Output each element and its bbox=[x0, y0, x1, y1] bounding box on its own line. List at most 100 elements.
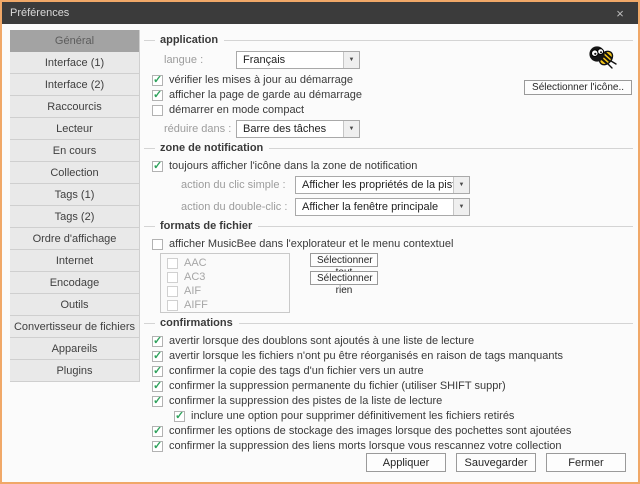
format-buttons: Sélectionner tout Sélectionner rien bbox=[310, 253, 378, 285]
checkbox[interactable] bbox=[167, 258, 178, 269]
checkbox-row[interactable]: avertir lorsque les fichiers n'ont pu êt… bbox=[152, 349, 633, 363]
chevron-down-icon: ▼ bbox=[453, 199, 469, 215]
minimize-to-row: réduire dans : Barre des tâches ▼ bbox=[164, 120, 633, 138]
sidebar-item-encodage[interactable]: Encodage bbox=[10, 272, 139, 294]
content-panel: application bbox=[140, 30, 633, 450]
sidebar-item-raccourcis[interactable]: Raccourcis bbox=[10, 96, 139, 118]
section-header: zone de notification bbox=[144, 142, 633, 154]
single-click-row: action du clic simple : Afficher les pro… bbox=[181, 176, 633, 194]
double-click-value: Afficher la fenêtre principale bbox=[296, 199, 444, 215]
format-item-aiff[interactable]: AIFF bbox=[167, 298, 287, 312]
section-header: formats de fichier bbox=[144, 220, 633, 232]
sidebar-item-en-cours[interactable]: En cours bbox=[10, 140, 139, 162]
sidebar-item-tags-1[interactable]: Tags (1) bbox=[10, 184, 139, 206]
checkbox[interactable] bbox=[174, 411, 185, 422]
sidebar-item-outils[interactable]: Outils bbox=[10, 294, 139, 316]
language-dropdown[interactable]: Français ▼ bbox=[236, 51, 360, 69]
checkbox[interactable] bbox=[152, 381, 163, 392]
checkbox[interactable] bbox=[152, 426, 163, 437]
double-click-row: action du double-clic : Afficher la fenê… bbox=[181, 198, 633, 216]
checkbox-label: inclure une option pour supprimer défini… bbox=[191, 410, 514, 422]
section-header: application bbox=[144, 34, 633, 46]
section-file-formats: formats de fichier afficher MusicBee dan… bbox=[144, 220, 633, 313]
formats-body: AAC AC3AIFAIFF Sélectionner tout Sélectio… bbox=[160, 253, 633, 313]
checkbox[interactable] bbox=[167, 272, 178, 283]
checkbox-row[interactable]: confirmer la copie des tags d'un fichier… bbox=[152, 364, 633, 378]
checkbox-label: vérifier les mises à jour au démarrage bbox=[169, 74, 353, 86]
checkbox-label: AAC bbox=[184, 257, 207, 269]
sidebar-item-tags-2[interactable]: Tags (2) bbox=[10, 206, 139, 228]
apply-button[interactable]: Appliquer bbox=[366, 453, 446, 472]
sidebar-item-interface-2[interactable]: Interface (2) bbox=[10, 74, 139, 96]
musicbee-logo-icon bbox=[587, 44, 617, 70]
format-item-ac3[interactable]: AC3 bbox=[167, 270, 287, 284]
checkbox-row[interactable]: confirmer la suppression des liens morts… bbox=[152, 439, 633, 453]
format-item-aif[interactable]: AIF bbox=[167, 284, 287, 298]
header-rule-left bbox=[144, 40, 155, 41]
checkbox[interactable] bbox=[152, 351, 163, 362]
explorer-integration-checkbox-row[interactable]: afficher MusicBee dans l'explorateur et … bbox=[152, 237, 633, 251]
close-window-button[interactable]: × bbox=[602, 2, 638, 24]
sidebar-item-interface-1[interactable]: Interface (1) bbox=[10, 52, 139, 74]
checkbox[interactable] bbox=[152, 336, 163, 347]
checkbox-label: AC3 bbox=[184, 271, 205, 283]
select-none-button[interactable]: Sélectionner rien bbox=[310, 271, 378, 285]
header-rule-right bbox=[239, 323, 633, 324]
single-click-label: action du clic simple : bbox=[181, 179, 295, 191]
double-click-label: action du double-clic : bbox=[181, 201, 295, 213]
checkbox-row[interactable]: inclure une option pour supprimer défini… bbox=[174, 409, 633, 423]
chevron-down-icon: ▼ bbox=[453, 177, 469, 193]
checkbox-row[interactable]: avertir lorsque des doublons sont ajouté… bbox=[152, 334, 633, 348]
checkbox-label: avertir lorsque les fichiers n'ont pu êt… bbox=[169, 350, 563, 362]
checkbox[interactable] bbox=[152, 239, 163, 250]
minimize-to-label: réduire dans : bbox=[164, 123, 236, 135]
checkbox[interactable] bbox=[152, 90, 163, 101]
format-list[interactable]: AAC AC3AIFAIFF bbox=[160, 253, 290, 313]
sidebar-item-collection[interactable]: Collection bbox=[10, 162, 139, 184]
double-click-action-dropdown[interactable]: Afficher la fenêtre principale ▼ bbox=[295, 198, 470, 216]
checkbox[interactable] bbox=[152, 161, 163, 172]
single-click-value: Afficher les propriétés de la piste bbox=[296, 177, 453, 193]
select-all-button[interactable]: Sélectionner tout bbox=[310, 253, 378, 267]
sidebar-item-convertisseur-de-fichiers[interactable]: Convertisseur de fichiers bbox=[10, 316, 139, 338]
select-icon-button[interactable]: Sélectionner l'icône.. bbox=[524, 80, 632, 95]
checkbox[interactable] bbox=[152, 366, 163, 377]
checkbox[interactable] bbox=[152, 396, 163, 407]
checkbox[interactable] bbox=[152, 105, 163, 116]
header-rule-left bbox=[144, 323, 155, 324]
checkbox-label: afficher la page de garde au démarrage bbox=[169, 89, 362, 101]
single-click-action-dropdown[interactable]: Afficher les propriétés de la piste ▼ bbox=[295, 176, 470, 194]
checkbox-label: toujours afficher l'icône dans la zone d… bbox=[169, 160, 417, 172]
section-header: confirmations bbox=[144, 317, 633, 329]
checkbox[interactable] bbox=[152, 441, 163, 452]
checkbox[interactable] bbox=[167, 286, 178, 297]
checkbox-row[interactable]: confirmer la suppression permanente du f… bbox=[152, 379, 633, 393]
sidebar-item-lecteur[interactable]: Lecteur bbox=[10, 118, 139, 140]
close-button[interactable]: Fermer bbox=[546, 453, 626, 472]
checkbox[interactable] bbox=[152, 75, 163, 86]
sidebar-item-ordre-d-affichage[interactable]: Ordre d'affichage bbox=[10, 228, 139, 250]
always-show-tray-checkbox-row[interactable]: toujours afficher l'icône dans la zone d… bbox=[152, 159, 633, 173]
checkbox-row[interactable]: confirmer la suppression des pistes de l… bbox=[152, 394, 633, 408]
checkbox-row[interactable]: démarrer en mode compact bbox=[152, 103, 633, 117]
section-confirmations: confirmations avertir lorsque des doublo… bbox=[144, 317, 633, 453]
checkbox[interactable] bbox=[167, 300, 178, 311]
dialog-title: Préférences bbox=[10, 7, 69, 19]
minimize-to-dropdown[interactable]: Barre des tâches ▼ bbox=[236, 120, 360, 138]
header-rule-left bbox=[144, 226, 155, 227]
titlebar: Préférences × bbox=[2, 2, 638, 24]
sidebar-item-appareils[interactable]: Appareils bbox=[10, 338, 139, 360]
section-notification: zone de notification toujours afficher l… bbox=[144, 142, 633, 216]
checkbox-row[interactable]: confirmer les options de stockage des im… bbox=[152, 424, 633, 438]
format-item-aac[interactable]: AAC bbox=[167, 256, 287, 270]
sidebar-item-general[interactable]: Général bbox=[10, 30, 139, 52]
header-rule-right bbox=[269, 148, 633, 149]
header-rule-right bbox=[258, 226, 633, 227]
save-button[interactable]: Sauvegarder bbox=[456, 453, 536, 472]
sidebar-item-internet[interactable]: Internet bbox=[10, 250, 139, 272]
language-row: langue : Français ▼ bbox=[164, 51, 633, 69]
header-rule-left bbox=[144, 148, 155, 149]
sidebar-item-plugins[interactable]: Plugins bbox=[10, 360, 139, 382]
checkbox-label: démarrer en mode compact bbox=[169, 104, 304, 116]
checkbox-label: confirmer la suppression permanente du f… bbox=[169, 380, 506, 392]
